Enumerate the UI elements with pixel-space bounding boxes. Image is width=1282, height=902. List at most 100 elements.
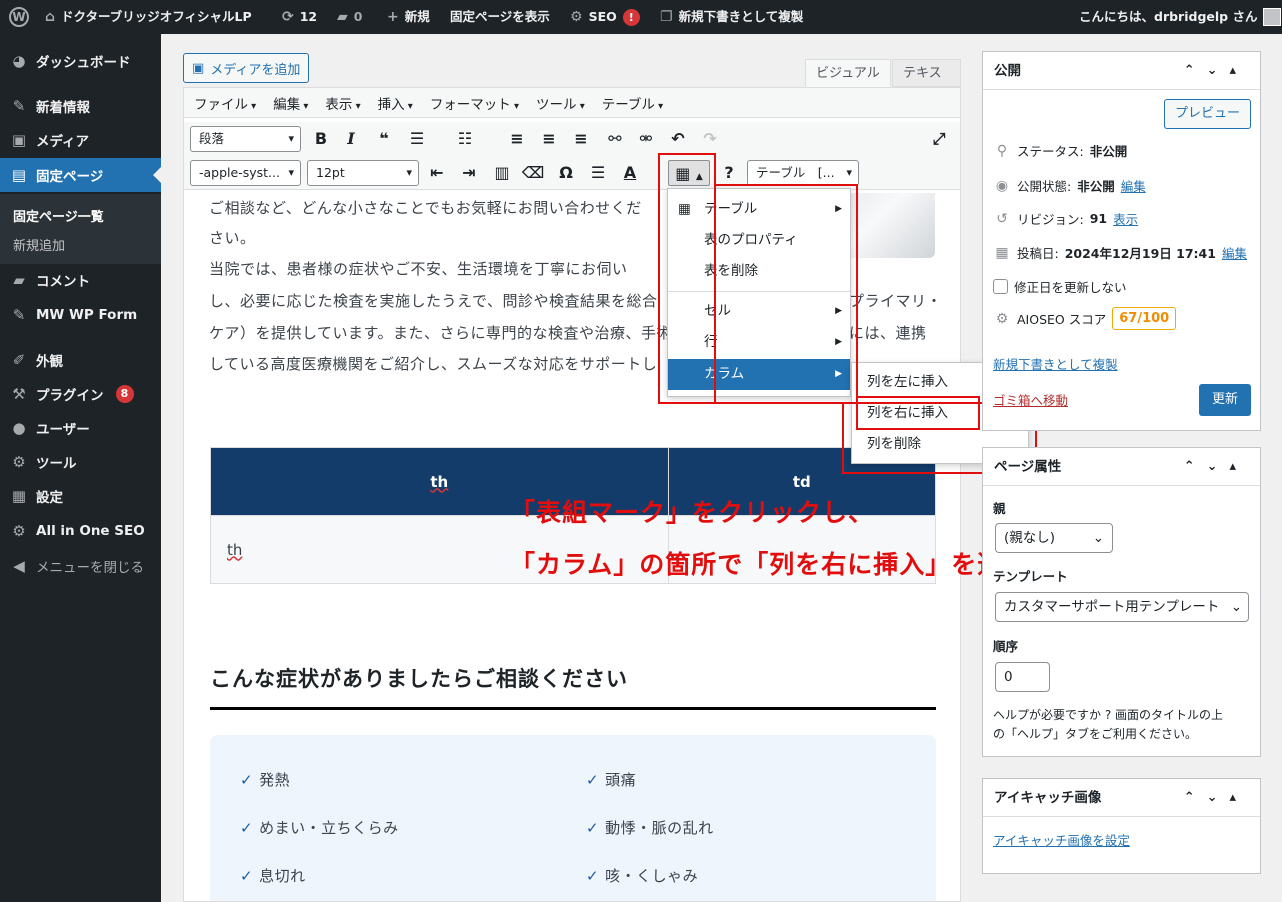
unlink-icon[interactable]: ⚮ xyxy=(633,122,659,156)
outdent-icon[interactable]: ⇤ xyxy=(424,156,450,190)
chevron-down-icon: ⌄ xyxy=(1092,530,1104,546)
indent-icon[interactable]: ⇥ xyxy=(456,156,482,190)
comment-icon: ▰ xyxy=(337,9,348,25)
blockquote-icon[interactable]: ❝ xyxy=(371,122,397,156)
tab-visual[interactable]: ビジュアル xyxy=(805,59,891,87)
eraser-icon[interactable]: ⌫ xyxy=(520,156,546,190)
sidebar-item-dashboard[interactable]: ◕ ダッシュボード xyxy=(0,44,161,78)
eye-icon: ◉ xyxy=(995,177,1009,194)
font-family-select[interactable]: -apple-syst... xyxy=(190,160,301,186)
sidebar-item-pages[interactable]: ▤ 固定ページ xyxy=(0,158,161,192)
box-controls[interactable]: ⌃⌄▴ xyxy=(1184,779,1248,817)
italic-icon[interactable]: I xyxy=(338,122,364,156)
order-input[interactable]: 0 xyxy=(995,662,1050,692)
undo-icon[interactable]: ↶ xyxy=(665,122,691,156)
horizontal-rule-icon[interactable]: ☰ xyxy=(585,156,611,190)
comments-link[interactable]: ▰ 0 xyxy=(337,0,362,34)
account-menu[interactable]: こんにちは、drbridgelp さん xyxy=(1079,0,1282,34)
sidebar-collapse-menu[interactable]: ◀ メニューを閉じる xyxy=(0,549,161,583)
sidebar-item-plugins[interactable]: ⚒ プラグイン 8 xyxy=(0,377,161,411)
wordpress-logo-icon[interactable]: W xyxy=(9,0,29,34)
symptom-item: 頭痛 xyxy=(586,769,636,790)
show-revisions-link[interactable]: 表示 xyxy=(1113,209,1138,228)
format-select[interactable]: 段落 xyxy=(190,126,301,152)
sidebar-item-settings[interactable]: ▦ 設定 xyxy=(0,479,161,513)
box-controls[interactable]: ⌃⌄▴ xyxy=(1184,448,1248,486)
align-center-icon[interactable]: ≡ xyxy=(536,122,562,156)
site-name-link[interactable]: ⌂ ドクターブリッジオフィシャルLP xyxy=(45,0,252,34)
parent-label: 親 xyxy=(993,501,1006,516)
content-line-tail: には、連携 xyxy=(849,324,927,342)
aioseo-score-row: ⚙ AIOSEO スコア 67/100 xyxy=(993,307,1177,330)
plugin-icon: ⚒ xyxy=(12,385,26,403)
admin-bar: W ⌂ ドクターブリッジオフィシャルLP ⟳ 12 ▰ 0 + 新規 固定ページを表示 … xyxy=(0,0,1282,34)
visibility-row: ◉ 公開状態: 非公開 編集 xyxy=(993,176,1146,195)
bold-icon[interactable]: B xyxy=(308,122,334,156)
parent-select[interactable]: (親なし) ⌄ xyxy=(995,523,1113,553)
align-left-icon[interactable]: ≡ xyxy=(504,122,530,156)
font-size-select[interactable]: 12pt xyxy=(307,160,419,186)
order-label: 順序 xyxy=(993,639,1019,654)
status-row: ⚲ ステータス: 非公開 xyxy=(993,141,1127,160)
no-update-date-checkbox[interactable] xyxy=(993,279,1008,294)
aioseo-score-badge[interactable]: 67/100 xyxy=(1112,307,1177,330)
menu-insert[interactable]: 挿入 xyxy=(378,93,413,113)
submenu-add-new[interactable]: 新規追加 xyxy=(13,235,65,254)
menu-edit[interactable]: 編集 xyxy=(273,93,308,113)
pin-icon: ✎ xyxy=(12,306,26,324)
media-icon: ▣ xyxy=(192,60,205,76)
copy-icon: ❐ xyxy=(660,9,673,25)
media-icon: ▣ xyxy=(11,131,27,149)
set-featured-image-link[interactable]: アイキャッチ画像を設定 xyxy=(993,830,1130,849)
update-button[interactable]: 更新 xyxy=(1199,384,1251,416)
seo-menu[interactable]: ⚙ SEO! xyxy=(570,0,640,34)
annotation-outline xyxy=(658,153,716,404)
sidebar-item-aioseo[interactable]: ⚙ All in One SEO xyxy=(0,514,161,548)
symptom-item: 咳・くしゃみ xyxy=(586,865,698,886)
aioseo-icon: ⚙ xyxy=(995,310,1009,327)
menu-table[interactable]: テーブル xyxy=(602,93,663,113)
redo-icon[interactable]: ↷ xyxy=(697,122,723,156)
align-right-icon[interactable]: ≡ xyxy=(568,122,594,156)
box-controls[interactable]: ⌃⌄▴ xyxy=(1184,52,1248,90)
duplicate-draft-link[interactable]: 新規下書きとして複製 xyxy=(993,354,1118,373)
sidebar-item-users[interactable]: ● ユーザー xyxy=(0,411,161,445)
fullscreen-icon[interactable]: ⤢ xyxy=(926,122,952,156)
text-color-icon[interactable]: A xyxy=(617,156,643,190)
template-select[interactable]: カスタマーサポート用テンプレート ⌄ xyxy=(995,592,1249,622)
paste-text-icon[interactable]: ▥ xyxy=(489,156,515,190)
menu-file[interactable]: ファイル xyxy=(194,93,256,113)
table-style-select[interactable]: テーブル [... xyxy=(747,160,859,186)
sidebar-item-news[interactable]: ✎ 新着情報 xyxy=(0,89,161,123)
bullet-list-icon[interactable]: ☰ xyxy=(404,122,430,156)
edit-date-link[interactable]: 編集 xyxy=(1222,243,1247,262)
menu-tools[interactable]: ツール xyxy=(536,93,585,113)
pin-icon: ⚲ xyxy=(996,142,1008,159)
publish-title: 公開 ⌃⌄▴ xyxy=(983,52,1260,90)
view-page-link[interactable]: 固定ページを表示 xyxy=(450,0,550,34)
sidebar-item-media[interactable]: ▣ メディア xyxy=(0,123,161,157)
revision-row: ↺ リビジョン: 91 表示 xyxy=(993,209,1138,228)
calendar-icon: ▦ xyxy=(995,244,1009,261)
add-media-button[interactable]: ▣ メディアを追加 xyxy=(183,53,310,83)
edit-visibility-link[interactable]: 編集 xyxy=(1121,176,1146,195)
updates-link[interactable]: ⟳ 12 xyxy=(282,0,317,34)
sidebar-item-mw-wp-form[interactable]: ✎ MW WP Form xyxy=(0,298,161,332)
submenu-all-pages[interactable]: 固定ページ一覧 xyxy=(13,206,104,225)
sidebar-item-tools[interactable]: ⚙ ツール xyxy=(0,445,161,479)
new-content-link[interactable]: + 新規 xyxy=(387,0,430,34)
link-icon[interactable]: ⚯ xyxy=(602,122,628,156)
omega-icon[interactable]: Ω xyxy=(553,156,579,190)
duplicate-draft-link[interactable]: ❐ 新規下書きとして複製 xyxy=(660,0,803,34)
preview-button[interactable]: プレビュー xyxy=(1164,99,1251,129)
numbered-list-icon[interactable]: ☷ xyxy=(452,122,478,156)
sidebar-item-appearance[interactable]: ✐ 外観 xyxy=(0,343,161,377)
menu-view[interactable]: 表示 xyxy=(325,93,360,113)
content-line: ご相談など、どんな小さなことでもお気軽にお問い合わせくだ xyxy=(209,199,642,217)
content-line-tail: プライマリ・ xyxy=(849,292,943,310)
trash-link[interactable]: ゴミ箱へ移動 xyxy=(993,390,1068,409)
doctor-photo xyxy=(849,193,935,258)
sidebar-item-comments[interactable]: ▰ コメント xyxy=(0,263,161,297)
tab-text[interactable]: テキスト xyxy=(892,59,961,109)
menu-format[interactable]: フォーマット xyxy=(430,93,519,113)
